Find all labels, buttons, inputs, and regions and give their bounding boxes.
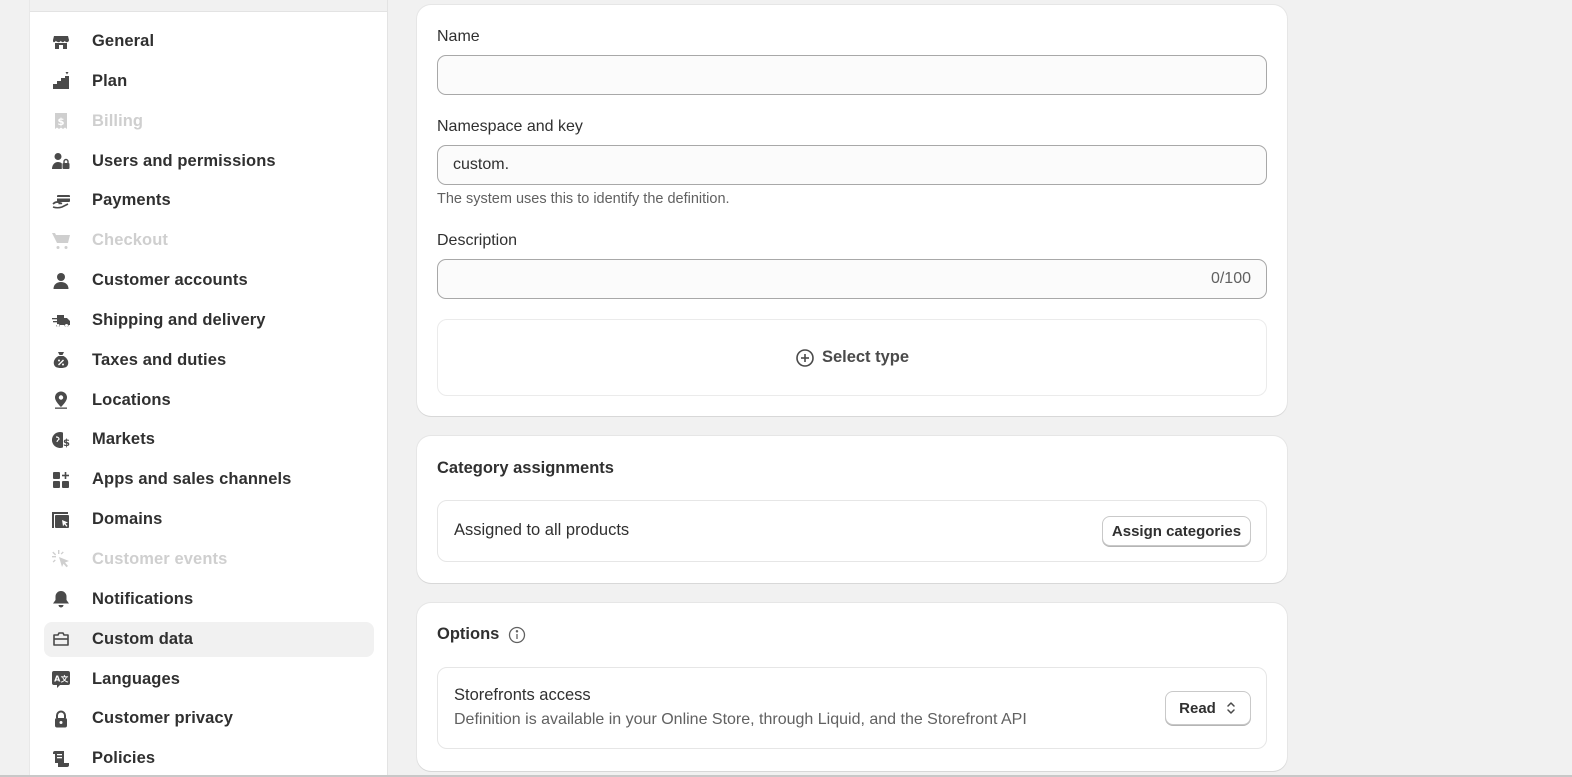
sidebar-item-label: Notifications [92, 589, 194, 608]
sidebar-item-general[interactable]: General [44, 24, 374, 59]
sidebar-item-custom-data[interactable]: Custom data [44, 621, 374, 657]
plus-circle-icon [795, 348, 815, 368]
sidebar-item-languages[interactable]: A 文 Languages [44, 662, 374, 697]
sidebar-item-label: General [92, 32, 155, 50]
storefront-access-row: Storefronts access Definition is availab… [437, 667, 1267, 749]
sidebar-item-customer-privacy[interactable]: Customer privacy [44, 701, 374, 736]
category-assignments-title: Category assignments [437, 459, 614, 477]
sidebar-item-label: Customer privacy [92, 709, 233, 728]
options-title: Options [437, 625, 526, 644]
sidebar-item-label: Languages [92, 669, 181, 688]
chevron-up-down-icon [1225, 700, 1237, 716]
assign-categories-button[interactable]: Assign categories [1102, 516, 1251, 546]
sidebar-item-label: Taxes and duties [92, 350, 227, 369]
sidebar-item-users-and-permissions[interactable]: Users and permissions [44, 144, 374, 179]
translate-icon: A文 [52, 670, 70, 688]
name-input[interactable] [437, 55, 1267, 95]
settings-page: General Plan $ Billing Users and permissions… [0, 0, 1572, 777]
sidebar-item-label: Customer events [92, 549, 228, 568]
lock-icon [52, 710, 70, 728]
cart-icon [52, 232, 70, 250]
definition-card: Name Namespace and key custom. The syste… [417, 5, 1287, 416]
sidebar-item-label: Domains [92, 510, 163, 529]
sidebar-item-label: Apps and sales channels [92, 470, 292, 489]
info-icon[interactable] [508, 626, 526, 644]
sidebar-item-label: Shipping and delivery [92, 310, 266, 329]
category-assignments-card: Category assignments Assigned to all pro… [417, 436, 1287, 583]
bell-icon [52, 590, 70, 608]
settings-sidebar: General Plan $ Billing Users and permissions… [29, 0, 388, 777]
sidebar-item-label: Policies [92, 749, 156, 768]
sidebar-item-plan[interactable]: Plan [44, 64, 374, 99]
namespace-key-value: custom. [453, 156, 510, 173]
sidebar-item-label: Payments [92, 191, 171, 210]
namespace-label: Namespace and key [437, 118, 583, 135]
receipt-dollar-icon: $ [52, 112, 70, 130]
options-card: Options Storefronts access Definition is… [417, 603, 1287, 771]
category-assignment-row: Assigned to all products Assign categori… [437, 500, 1267, 562]
sidebar-item-label: Users and permissions [92, 151, 276, 170]
apps-plus-icon [52, 471, 70, 489]
namespace-help-text: The system uses this to identify the def… [437, 191, 730, 207]
sidebar-item-notifications[interactable]: Notifications [44, 582, 374, 617]
options-title-text: Options [437, 625, 500, 643]
sidebar-item-locations[interactable]: Locations [44, 383, 374, 418]
select-type-button[interactable]: Select type [437, 319, 1267, 396]
hand-card-icon [52, 192, 70, 210]
sidebar-item-label: Checkout [92, 231, 168, 250]
select-type-label: Select type [821, 348, 910, 366]
sidebar-item-taxes-and-duties[interactable]: Taxes and duties [44, 343, 374, 378]
category-status-text: Assigned to all products [454, 521, 630, 539]
sidebar-item-label: Billing [92, 111, 144, 130]
sidebar-item-checkout: Checkout [44, 223, 374, 258]
tax-bag-icon [52, 351, 70, 369]
sidebar-item-label: Locations [92, 390, 171, 409]
sidebar-item-shipping-and-delivery[interactable]: Shipping and delivery [44, 303, 374, 338]
svg-text:$: $ [63, 438, 70, 449]
person-icon [52, 272, 70, 290]
sidebar-item-policies[interactable]: Policies [44, 741, 374, 776]
sidebar-top-divider [30, 0, 387, 12]
cursor-click-icon [52, 550, 70, 568]
sidebar-item-label: Custom data [92, 629, 194, 648]
domain-window-icon [52, 511, 70, 529]
sidebar-item-payments[interactable]: Payments [44, 183, 374, 218]
metafield-box-icon [52, 630, 70, 648]
sidebar-item-label: Plan [92, 71, 128, 90]
namespace-key-input[interactable]: custom. [437, 145, 1267, 185]
sidebar-item-apps-and-sales-channels[interactable]: Apps and sales channels [44, 462, 374, 497]
user-lock-icon [52, 152, 70, 170]
sidebar-item-domains[interactable]: Domains [44, 502, 374, 537]
sidebar-item-customer-events: Customer events [44, 542, 374, 577]
delivery-truck-icon [52, 311, 70, 329]
globe-dollar-icon: $ [52, 431, 70, 449]
storefront-access-title: Storefronts access [454, 686, 591, 704]
storefront-access-value: Read [1179, 699, 1216, 717]
description-char-counter: 0/100 [1210, 270, 1251, 287]
sidebar-item-label: Customer accounts [92, 271, 248, 290]
sidebar-item-markets[interactable]: $ Markets [44, 422, 374, 457]
sidebar-item-billing: $ Billing [44, 104, 374, 139]
description-input[interactable]: 0/100 [437, 259, 1267, 299]
description-label: Description [437, 232, 518, 249]
settings-nav: General Plan $ Billing Users and permissions… [44, 24, 374, 777]
name-label: Name [437, 28, 480, 45]
svg-text:文: 文 [61, 674, 69, 684]
sidebar-item-customer-accounts[interactable]: Customer accounts [44, 263, 374, 298]
plan-icon [52, 72, 70, 90]
svg-text:$: $ [58, 117, 65, 128]
storefront-access-select[interactable]: Read [1165, 691, 1251, 725]
storefront-access-description: Definition is available in your Online S… [454, 711, 1027, 728]
sidebar-item-label: Markets [92, 430, 156, 449]
store-icon [52, 33, 70, 51]
policy-scroll-icon [52, 750, 70, 768]
location-pin-icon [52, 391, 70, 409]
